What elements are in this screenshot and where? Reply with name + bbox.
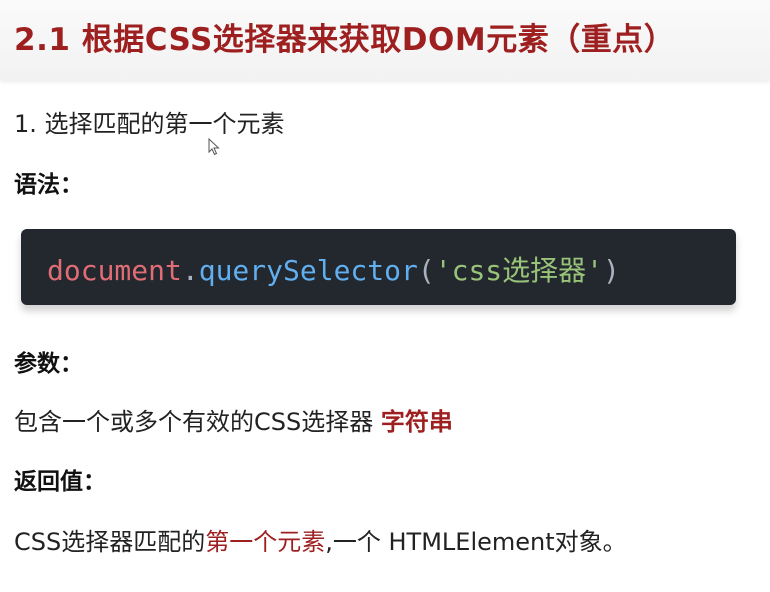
params-text: 包含一个或多个有效的CSS选择器 字符串: [14, 402, 453, 437]
return-label: 返回值：: [14, 469, 106, 495]
page-title: 2.1 根据CSS选择器来获取DOM元素（重点）: [14, 22, 676, 58]
code-close-paren: ): [603, 254, 620, 287]
title-bar: 2.1 根据CSS选择器来获取DOM元素（重点）: [0, 0, 770, 80]
mouse-cursor-icon: [208, 138, 220, 156]
params-text-before: 包含一个或多个有效的CSS选择器: [14, 408, 381, 436]
params-text-highlight: 字符串: [380, 408, 453, 436]
return-text-highlight: 第一个元素: [205, 528, 326, 556]
code-argument: 'css选择器': [434, 254, 604, 287]
code-block: document.querySelector('css选择器'): [21, 229, 736, 305]
syntax-label: 语法：: [14, 172, 83, 198]
list-item-1: 1. 选择匹配的第一个元素: [14, 110, 285, 138]
return-text-before: CSS选择器匹配的: [14, 528, 206, 556]
params-label: 参数：: [14, 351, 83, 377]
code-object: document: [47, 254, 182, 287]
return-text-after: ,一个 HTMLElement对象。: [325, 528, 627, 556]
code-open-paren: (: [417, 254, 435, 287]
code-dot: .: [181, 254, 199, 287]
code-method: querySelector: [198, 254, 418, 287]
return-text: CSS选择器匹配的第一个元素,一个 HTMLElement对象。: [14, 522, 627, 557]
code-line: document.querySelector('css选择器'): [47, 249, 620, 289]
